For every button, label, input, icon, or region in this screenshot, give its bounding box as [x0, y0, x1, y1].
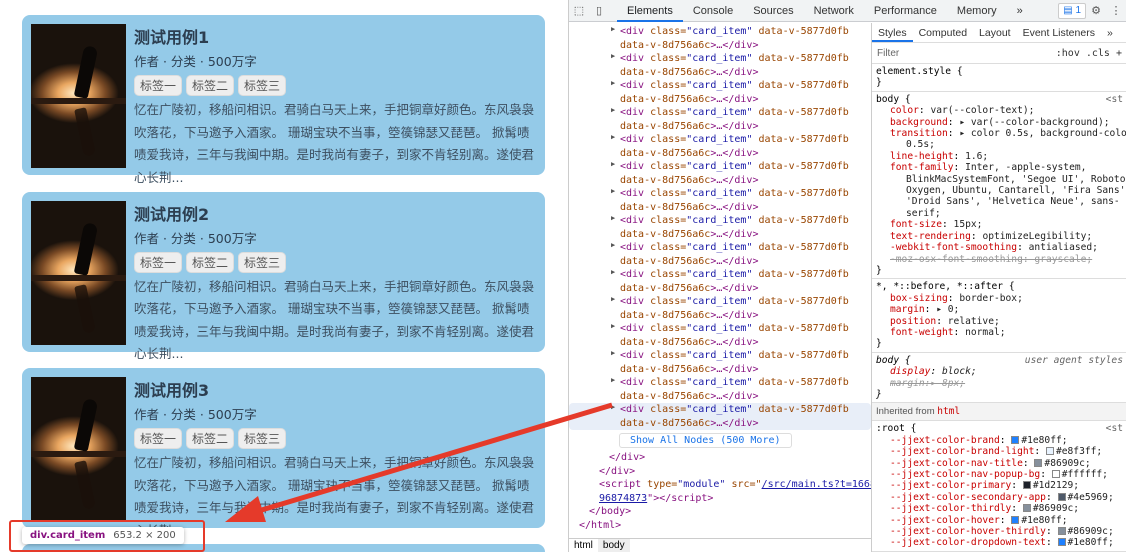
annotation-arrow: [225, 402, 613, 522]
